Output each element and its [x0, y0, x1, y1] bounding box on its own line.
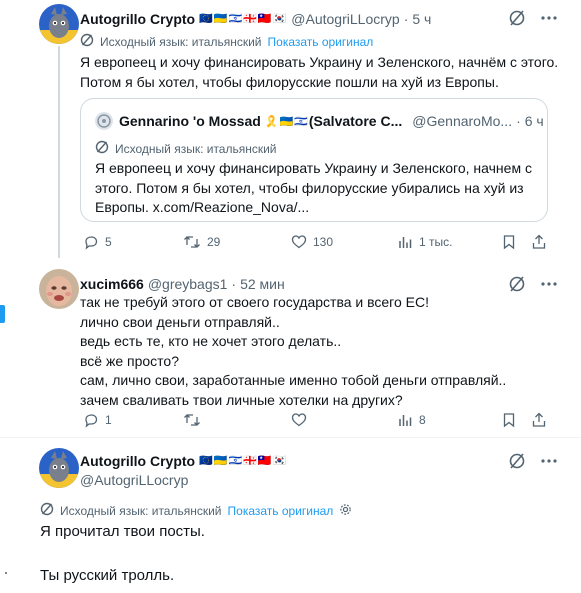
retweet-icon — [184, 236, 200, 248]
active-indicator — [0, 305, 5, 323]
show-original-link[interactable]: Показать оригинал — [228, 504, 334, 518]
avatar-image — [39, 448, 79, 488]
translation-notice: Исходный язык: итальянский Показать ориг… — [40, 502, 358, 519]
bookmark-button[interactable] — [501, 234, 531, 250]
tweet-text-line-1: Я прочитал твои посты. — [40, 523, 205, 540]
tweet-separator — [0, 437, 581, 438]
analytics-icon — [399, 237, 412, 248]
quoted-tweet-text: Я европеец и хочу финансировать Украину … — [95, 160, 532, 215]
avatar-image — [39, 4, 79, 44]
tweet-header-icons — [508, 452, 558, 470]
avatar[interactable] — [39, 269, 79, 309]
translate-icon — [40, 502, 60, 519]
views-button[interactable]: 8 — [397, 412, 501, 428]
avatar[interactable] — [39, 448, 79, 488]
share-icon — [532, 412, 546, 427]
author-name[interactable]: xucim666 — [80, 275, 144, 293]
quoted-author-flags: 🎗️🇺🇦🇮🇱 — [264, 114, 309, 128]
author-name[interactable]: Autogrillo Crypto — [80, 10, 195, 28]
author-handle[interactable]: @greybags1 — [148, 275, 228, 293]
quoted-author-handle: @GennaroMo... — [412, 113, 513, 129]
reply-icon — [85, 414, 98, 428]
tweet-header: Autogrillo Crypto 🇪🇺🇺🇦🇮🇱🇬🇪🇹🇼🇰🇷 @AutogriL… — [80, 10, 431, 28]
avatar[interactable] — [39, 4, 79, 44]
tweet-header-icons — [508, 275, 558, 293]
retweet-button[interactable]: 29 — [183, 234, 291, 250]
more-options-icon[interactable] — [540, 9, 558, 27]
reply-count: 5 — [105, 235, 112, 249]
separator-dot: · — [516, 113, 521, 129]
views-button[interactable]: 1 тыс. — [397, 234, 501, 250]
heart-icon — [291, 235, 307, 249]
heart-icon — [291, 413, 307, 427]
author-flags: 🇪🇺🇺🇦🇮🇱🇬🇪🇹🇼🇰🇷 — [199, 12, 288, 25]
quoted-avatar — [95, 112, 113, 130]
tweet-actions: 1 8 — [83, 412, 547, 428]
quoted-author-name-tail: (Salvatore C... — [308, 113, 403, 129]
quoted-tweet[interactable]: Gennarino 'o Mossad 🎗️🇺🇦🇮🇱 (Salvatore C.… — [80, 98, 548, 222]
bookmark-button[interactable] — [501, 412, 531, 428]
quoted-tweet-header: Gennarino 'o Mossad 🎗️🇺🇦🇮🇱 (Salvatore C.… — [95, 112, 544, 130]
quoted-translation-notice: Исходный язык: итальянский — [95, 140, 277, 157]
grok-icon[interactable] — [508, 452, 526, 470]
like-button[interactable]: 130 — [291, 234, 397, 250]
quoted-timestamp: 6 ч — [524, 113, 544, 129]
separator-dot: · — [403, 11, 409, 27]
translation-source-label: Исходный язык: итальянский — [100, 34, 262, 49]
retweet-button[interactable] — [183, 412, 291, 428]
reply-button[interactable]: 1 — [83, 412, 183, 428]
reply-icon — [85, 236, 98, 250]
grok-icon[interactable] — [508, 9, 526, 27]
like-count: 130 — [313, 235, 334, 249]
reply-button[interactable]: 5 — [83, 234, 183, 250]
retweet-count: 29 — [207, 235, 221, 249]
quoted-author-name: Gennarino 'o Mossad — [119, 113, 261, 129]
tweet-header: Autogrillo Crypto 🇪🇺🇺🇦🇮🇱🇬🇪🇹🇼🇰🇷 — [80, 452, 287, 470]
like-button[interactable] — [291, 412, 397, 428]
translate-icon — [80, 33, 100, 50]
timestamp[interactable]: 52 мин — [240, 275, 285, 293]
tweet-header-icons — [508, 9, 558, 27]
tweet-header-handle-row: @AutogriLLocryp — [80, 471, 188, 489]
analytics-icon — [399, 415, 412, 426]
timestamp[interactable]: 5 ч — [412, 10, 431, 28]
translate-icon — [95, 140, 115, 157]
more-options-icon[interactable] — [540, 275, 558, 293]
thread-connector-line — [58, 46, 60, 258]
quoted-translation-source-label: Исходный язык: итальянский — [115, 141, 277, 156]
side-marker-dot — [5, 572, 7, 574]
settings-icon[interactable] — [339, 503, 358, 519]
tweet-text: Я европеец и хочу финансировать Украину … — [80, 54, 559, 90]
translation-source-label: Исходный язык: итальянский — [60, 503, 222, 518]
reply-count: 1 — [105, 413, 112, 427]
translation-notice: Исходный язык: итальянский Показать ориг… — [80, 33, 373, 50]
view-count: 8 — [419, 413, 426, 427]
tweet-header: xucim666 @greybags1 · 52 мин — [80, 275, 285, 293]
author-handle[interactable]: @AutogriLLocryp — [80, 471, 188, 489]
separator-dot: · — [231, 276, 237, 292]
show-original-link[interactable]: Показать оригинал — [268, 35, 374, 49]
bookmark-icon — [503, 235, 515, 250]
bookmark-icon — [503, 413, 515, 428]
more-options-icon[interactable] — [540, 452, 558, 470]
share-button[interactable] — [531, 234, 547, 250]
tweet-actions: 5 29 130 1 тыс. — [83, 234, 547, 250]
author-flags: 🇪🇺🇺🇦🇮🇱🇬🇪🇹🇼🇰🇷 — [199, 454, 288, 467]
share-button[interactable] — [531, 412, 547, 428]
avatar-image — [39, 269, 79, 309]
tweet-text-line-2: Ты русский тролль. — [40, 567, 175, 584]
tweet-text: так не требуй этого от своего государств… — [80, 294, 507, 408]
grok-icon[interactable] — [508, 275, 526, 293]
author-name[interactable]: Autogrillo Crypto — [80, 452, 195, 470]
author-handle[interactable]: @AutogriLLocryp — [291, 10, 399, 28]
view-count: 1 тыс. — [419, 235, 453, 249]
retweet-icon — [184, 414, 200, 426]
share-icon — [532, 234, 546, 249]
